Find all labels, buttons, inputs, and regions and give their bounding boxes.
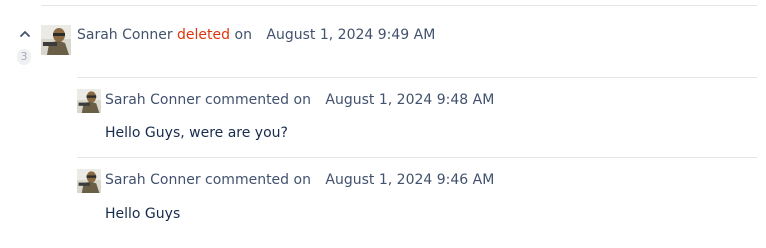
avatar[interactable] bbox=[77, 89, 101, 113]
comment-divider bbox=[77, 157, 757, 158]
collapsed-count-badge: 3 bbox=[17, 49, 31, 65]
avatar[interactable] bbox=[41, 25, 71, 55]
avatar[interactable] bbox=[77, 169, 101, 193]
author-name[interactable]: Sarah Conner bbox=[77, 27, 173, 43]
connector-text: on bbox=[234, 27, 252, 43]
user-avatar-icon bbox=[77, 169, 101, 193]
user-avatar-icon bbox=[77, 89, 101, 113]
author-name[interactable]: Sarah Conner bbox=[105, 172, 201, 188]
chevron-up-icon bbox=[20, 31, 30, 37]
timestamp[interactable]: August 1, 2024 9:49 AM bbox=[266, 27, 435, 43]
comment-header: Sarah Conner commented on August 1, 2024… bbox=[105, 171, 494, 189]
comment-header: Sarah Conner commented on August 1, 2024… bbox=[105, 91, 494, 109]
comment-divider bbox=[77, 77, 757, 78]
history-entry-line: Sarah Conner deleted on August 1, 2024 9… bbox=[77, 26, 435, 44]
action-label: deleted bbox=[177, 27, 231, 43]
author-name[interactable]: Sarah Conner bbox=[105, 92, 201, 108]
comment-body: Hello Guys, were are you? bbox=[105, 125, 288, 141]
timestamp[interactable]: August 1, 2024 9:48 AM bbox=[325, 92, 494, 108]
top-divider bbox=[41, 5, 757, 6]
collapse-toggle-button[interactable] bbox=[16, 26, 34, 42]
action-verb: commented on bbox=[205, 172, 311, 188]
comment-body: Hello Guys bbox=[105, 206, 181, 222]
action-verb: commented on bbox=[205, 92, 311, 108]
timestamp[interactable]: August 1, 2024 9:46 AM bbox=[325, 172, 494, 188]
user-avatar-icon bbox=[41, 25, 71, 55]
